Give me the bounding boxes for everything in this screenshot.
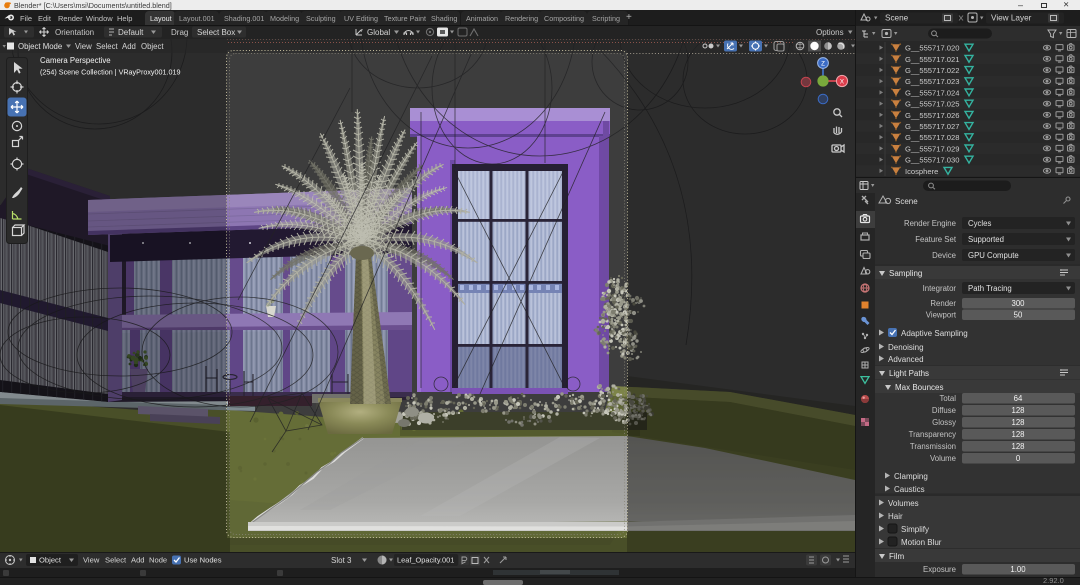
svg-text:128: 128: [1011, 406, 1024, 415]
svg-text:Cycles: Cycles: [968, 219, 991, 228]
svg-text:(254) Scene Collection | VRayP: (254) Scene Collection | VRayProxy001.01…: [40, 68, 181, 77]
svg-text:Use Nodes: Use Nodes: [184, 556, 222, 565]
svg-text:Default: Default: [118, 28, 144, 37]
svg-text:Select Box: Select Box: [197, 28, 235, 37]
svg-text:128: 128: [1011, 418, 1024, 427]
svg-text:Light Paths: Light Paths: [889, 369, 929, 378]
svg-text:128: 128: [1011, 442, 1024, 451]
svg-text:Diffuse: Diffuse: [932, 406, 956, 415]
svg-text:G__555717.020: G__555717.020: [905, 44, 959, 53]
svg-text:Object: Object: [39, 556, 62, 565]
svg-text:G__555717.026: G__555717.026: [905, 111, 959, 120]
svg-text:Integrator: Integrator: [923, 284, 957, 293]
svg-text:Supported: Supported: [968, 235, 1004, 244]
svg-text:Object Mode: Object Mode: [18, 42, 62, 51]
svg-text:Add: Add: [131, 556, 145, 565]
svg-text:G__555717.024: G__555717.024: [905, 88, 959, 97]
svg-text:G__555717.029: G__555717.029: [905, 144, 959, 153]
svg-text:Denoising: Denoising: [888, 343, 924, 352]
svg-text:Hair: Hair: [888, 512, 903, 521]
svg-text:Slot 3: Slot 3: [331, 556, 352, 565]
svg-text:Transparency: Transparency: [909, 430, 956, 439]
svg-text:Render Engine: Render Engine: [904, 219, 956, 228]
svg-text:Transmission: Transmission: [910, 442, 956, 451]
svg-text:Feature Set: Feature Set: [915, 235, 957, 244]
svg-text:Scene: Scene: [895, 197, 918, 206]
svg-text:Camera Perspective: Camera Perspective: [40, 56, 111, 65]
svg-text:Node: Node: [149, 556, 167, 565]
svg-text:Options: Options: [816, 28, 844, 37]
svg-text:50: 50: [1014, 311, 1023, 320]
svg-text:0: 0: [1016, 454, 1021, 463]
svg-text:Sampling: Sampling: [889, 269, 922, 278]
svg-text:Volume: Volume: [930, 454, 956, 463]
svg-text:Motion Blur: Motion Blur: [901, 538, 942, 547]
svg-text:Object: Object: [141, 42, 164, 51]
svg-text:Orientation: Orientation: [55, 28, 94, 37]
svg-text:64: 64: [1014, 394, 1023, 403]
svg-text:Icosphere: Icosphere: [905, 167, 938, 176]
svg-text:G__555717.022: G__555717.022: [905, 66, 959, 75]
svg-text:Adaptive Sampling: Adaptive Sampling: [901, 329, 968, 338]
svg-text:Leaf_Opacity.001: Leaf_Opacity.001: [397, 556, 454, 565]
svg-text:Volumes: Volumes: [888, 499, 919, 508]
svg-text:G__555717.025: G__555717.025: [905, 100, 959, 109]
svg-text:Z: Z: [821, 61, 825, 68]
svg-text:View: View: [75, 42, 92, 51]
svg-text:Drag: Drag: [171, 28, 188, 37]
svg-text:Render: Render: [930, 299, 956, 308]
svg-text:Exposure: Exposure: [923, 565, 956, 574]
svg-text:Total: Total: [940, 394, 957, 403]
svg-text:Glossy: Glossy: [932, 418, 956, 427]
svg-text:128: 128: [1011, 430, 1024, 439]
svg-text:G__555717.023: G__555717.023: [905, 77, 959, 86]
svg-text:View: View: [83, 556, 100, 565]
svg-text:300: 300: [1011, 299, 1025, 308]
svg-text:Clamping: Clamping: [894, 472, 928, 481]
svg-text:G__555717.028: G__555717.028: [905, 133, 959, 142]
svg-text:GPU Compute: GPU Compute: [968, 251, 1019, 260]
svg-text:X: X: [840, 79, 844, 86]
svg-text:Select: Select: [105, 556, 127, 565]
svg-text:Viewport: Viewport: [926, 311, 957, 320]
svg-text:Add: Add: [122, 42, 136, 51]
svg-text:Scene: Scene: [885, 14, 909, 23]
svg-text:View Layer: View Layer: [991, 14, 1032, 23]
svg-text:Film: Film: [889, 552, 904, 561]
svg-text:Global: Global: [367, 28, 390, 37]
svg-text:Select: Select: [96, 42, 119, 51]
svg-text:1.00: 1.00: [1010, 565, 1026, 574]
svg-text:Caustics: Caustics: [894, 485, 925, 494]
svg-text:Advanced: Advanced: [888, 355, 924, 364]
svg-text:G__555717.027: G__555717.027: [905, 122, 959, 131]
svg-text:Path Tracing: Path Tracing: [968, 284, 1012, 293]
svg-text:G__555717.030: G__555717.030: [905, 156, 959, 165]
svg-text:G__555717.021: G__555717.021: [905, 55, 959, 64]
svg-text:Simplify: Simplify: [901, 525, 929, 534]
svg-text:Max Bounces: Max Bounces: [895, 383, 943, 392]
svg-text:Device: Device: [932, 251, 956, 260]
